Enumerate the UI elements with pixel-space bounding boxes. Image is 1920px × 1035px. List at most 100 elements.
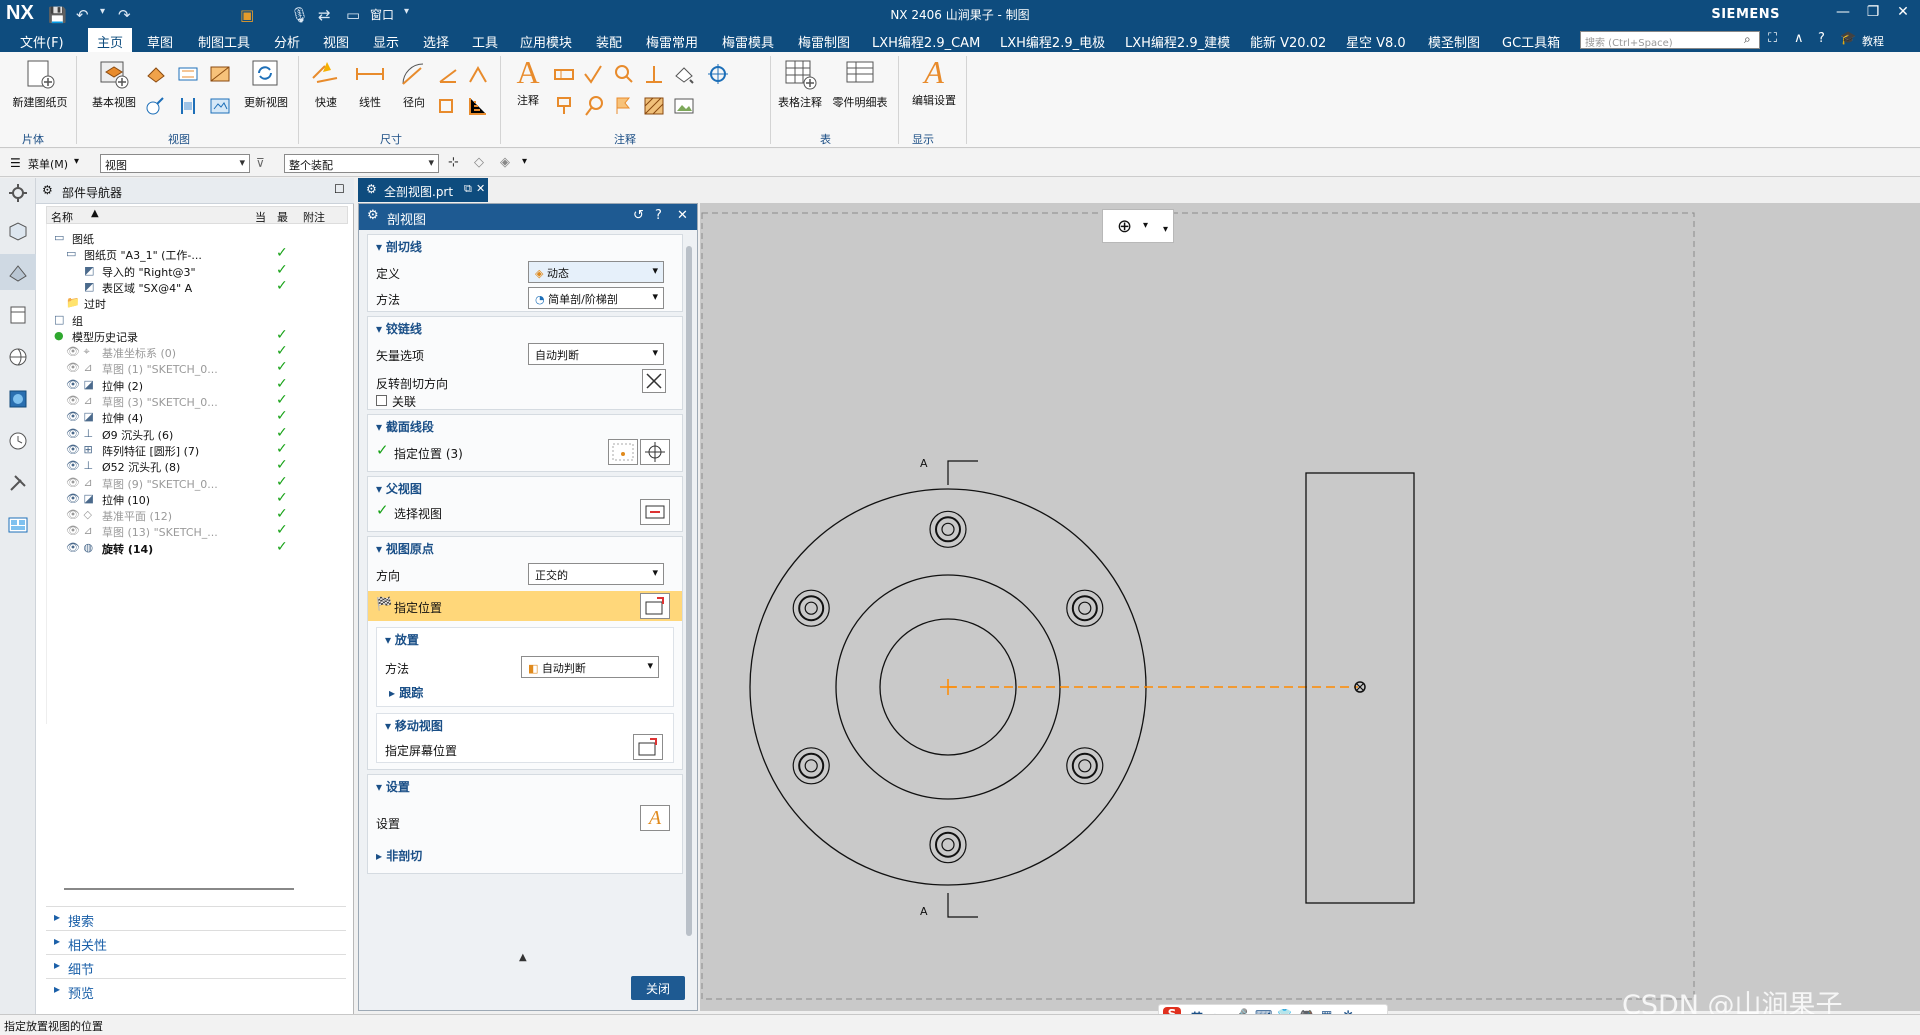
tab-lxh-electrode[interactable]: LXH编程2.9_电极 xyxy=(1000,32,1105,51)
tab-select[interactable]: 选择 xyxy=(423,32,449,51)
selection-mode-icon[interactable]: ◈ xyxy=(500,155,510,170)
part-navigator-icon[interactable] xyxy=(7,262,29,284)
section-view-icon[interactable] xyxy=(176,62,200,86)
reverse-direction-button[interactable] xyxy=(642,369,666,393)
section-settings-header[interactable]: 设置 xyxy=(376,778,410,795)
dialog-gear-icon[interactable]: ⚙ xyxy=(367,208,379,223)
thickness-dimension-icon[interactable] xyxy=(436,94,460,118)
file-menu[interactable]: 文件(F) xyxy=(20,32,64,51)
dialog-close-icon[interactable]: ✕ xyxy=(677,208,688,223)
section-parent-view-header[interactable]: 父视图 xyxy=(376,480,422,497)
navigator-preview-section[interactable]: 预览 xyxy=(46,978,346,1002)
selection-intent-icon[interactable]: ◇ xyxy=(474,155,484,170)
section-cut-line-header[interactable]: 剖切线 xyxy=(376,238,422,255)
help-icon[interactable]: ? xyxy=(1818,31,1825,46)
snap-dropdown-icon[interactable]: ▾ xyxy=(1143,220,1148,231)
settings-button[interactable]: A xyxy=(640,805,670,831)
view-boundary-icon[interactable] xyxy=(208,94,232,118)
navigator-details-section[interactable]: 细节 xyxy=(46,954,346,978)
tab-analysis[interactable]: 分析 xyxy=(274,32,300,51)
reset-icon[interactable]: ↺ xyxy=(633,208,644,223)
method-select[interactable]: ◔ 简单剖/阶梯剖 xyxy=(528,287,664,309)
center-mark-icon[interactable] xyxy=(706,62,730,86)
history-clock-icon[interactable] xyxy=(7,430,29,452)
detail-view-icon[interactable] xyxy=(208,62,232,86)
image-icon[interactable] xyxy=(672,94,696,118)
collapse-ribbon-icon[interactable]: ∧ xyxy=(1794,31,1804,46)
column-current[interactable]: 当 xyxy=(255,209,266,225)
crosshatch-icon[interactable] xyxy=(642,94,666,118)
minimize-button[interactable]: — xyxy=(1830,4,1856,20)
tab-assembly[interactable]: 装配 xyxy=(596,32,622,51)
dialog-help-icon[interactable]: ? xyxy=(655,208,662,223)
snap-point-icon[interactable]: ⊹ xyxy=(448,155,459,170)
filter-reset-icon[interactable]: ⊽ xyxy=(256,156,265,170)
update-view-button[interactable]: 更新视图 xyxy=(238,58,294,110)
tab-meilei-common[interactable]: 梅雷常用 xyxy=(646,32,698,51)
tab-xingkong[interactable]: 星空 V8.0 xyxy=(1346,32,1406,51)
role-layout-icon[interactable] xyxy=(7,514,29,536)
navigator-maximize-icon[interactable]: ☐ xyxy=(334,182,345,196)
new-sheet-button[interactable]: 新建图纸页 xyxy=(10,58,70,110)
column-note[interactable]: 附注 xyxy=(303,209,325,225)
navigator-gear-icon[interactable]: ⚙ xyxy=(42,183,53,197)
balloon-icon[interactable] xyxy=(582,94,606,118)
navigator-search-section[interactable]: 搜索 xyxy=(46,906,346,930)
menu-icon[interactable]: ☰ xyxy=(10,156,21,170)
column-name[interactable]: 名称 xyxy=(51,209,73,225)
assembly-navigator-icon[interactable] xyxy=(7,220,29,242)
main-menu-dropdown-icon[interactable]: ▾ xyxy=(74,156,79,167)
datum-feature-icon[interactable] xyxy=(552,94,576,118)
feature-control-frame-icon[interactable] xyxy=(552,62,576,86)
break-view-icon[interactable] xyxy=(144,94,168,118)
tree-row[interactable]: 👁 ◍ 旋转 (14) ✓ xyxy=(46,538,348,558)
projected-view-icon[interactable] xyxy=(144,62,168,86)
base-view-button[interactable]: 基本视图 xyxy=(86,58,142,110)
chamfer-dimension-icon[interactable] xyxy=(466,62,490,86)
section-hinge-line-header[interactable]: 铰链线 xyxy=(376,320,422,337)
web-browser-icon[interactable] xyxy=(7,346,29,368)
tab-lxh-modeling[interactable]: LXH编程2.9_建模 xyxy=(1125,32,1230,51)
settings-gear-icon[interactable] xyxy=(7,182,29,204)
placement-header[interactable]: 放置 xyxy=(385,631,419,648)
search-icon[interactable]: ⌕ xyxy=(1744,32,1751,47)
main-menu-button[interactable]: 菜单(M) xyxy=(28,156,68,172)
tab-meilei-mold[interactable]: 梅雷模具 xyxy=(722,32,774,51)
tab-nengxin[interactable]: 能新 V20.02 xyxy=(1250,32,1326,51)
sort-ascending-icon[interactable]: ▲ xyxy=(91,208,99,219)
file-tab-active[interactable]: ⚙ 全剖视图.prt ⧉ ✕ xyxy=(358,178,488,202)
tutorial-link[interactable]: 教程 xyxy=(1862,33,1884,49)
reuse-library-icon[interactable] xyxy=(7,304,29,326)
tab-mosheng-drafting[interactable]: 模圣制图 xyxy=(1428,32,1480,51)
non-section-header[interactable]: ▸ 非剖切 xyxy=(376,847,422,864)
half-section-icon[interactable] xyxy=(176,94,200,118)
surface-finish-icon[interactable] xyxy=(582,62,606,86)
edit-settings-button[interactable]: A 编辑设置 xyxy=(906,56,962,108)
specify-position-button[interactable] xyxy=(640,593,670,619)
move-view-header[interactable]: 移动视图 xyxy=(385,717,443,734)
associative-checkbox[interactable] xyxy=(376,395,387,406)
snap-crosshair-icon[interactable]: ⊕ xyxy=(1117,216,1132,237)
tab-display[interactable]: 显示 xyxy=(373,32,399,51)
tab-meilei-drafting[interactable]: 梅雷制图 xyxy=(798,32,850,51)
tab-applications[interactable]: 应用模块 xyxy=(520,32,572,51)
tab-gc-toolbox[interactable]: GC工具箱 xyxy=(1502,32,1560,51)
snap-widget[interactable]: ⊕ ▾ ▾ xyxy=(1102,209,1174,243)
target-point-icon[interactable] xyxy=(642,62,666,86)
weld-symbol-icon[interactable] xyxy=(612,62,636,86)
assembly-scope-select[interactable]: 整个装配 xyxy=(284,154,439,173)
tab-home[interactable]: 主页 xyxy=(88,28,133,52)
globe-icon[interactable] xyxy=(7,388,29,410)
tab-tools[interactable]: 工具 xyxy=(472,32,498,51)
parts-list-button[interactable]: 零件明细表 xyxy=(828,58,892,110)
tab-sketch[interactable]: 草图 xyxy=(147,32,173,51)
tab-lxh-cam[interactable]: LXH编程2.9_CAM xyxy=(872,32,980,51)
tab-view[interactable]: 视图 xyxy=(323,32,349,51)
type-filter-select[interactable]: 视图 xyxy=(100,154,250,173)
tab-pin-icon[interactable]: ⧉ xyxy=(464,182,472,196)
screen-position-button[interactable] xyxy=(633,734,663,760)
tools-icon[interactable] xyxy=(7,472,29,494)
restore-button[interactable]: ❐ xyxy=(1860,4,1886,20)
tutorial-icon[interactable]: 🎓 xyxy=(1840,31,1856,46)
dialog-collapse-icon[interactable]: ▲ xyxy=(519,952,527,963)
